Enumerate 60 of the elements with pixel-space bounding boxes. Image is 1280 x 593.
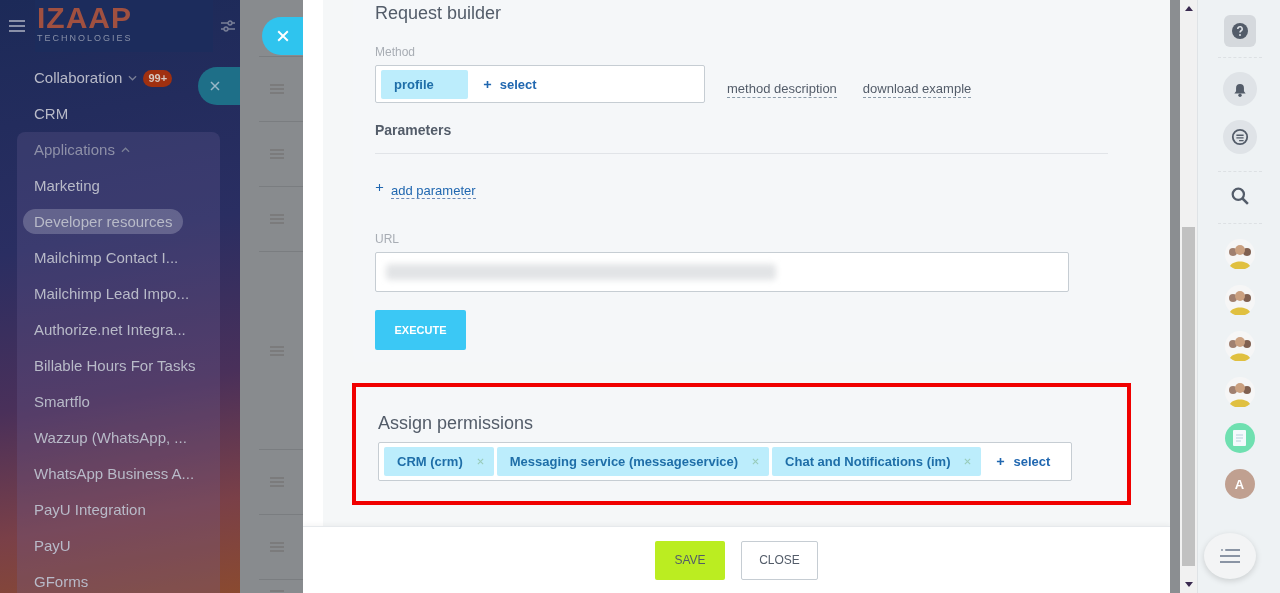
sidebar-item[interactable]: Authorize.net Integra... — [17, 312, 220, 348]
sidebar-item[interactable]: CRM — [0, 96, 73, 132]
search-icon[interactable] — [1230, 187, 1249, 205]
url-field[interactable] — [375, 252, 1069, 292]
permissions-field[interactable]: CRM (crm) Messaging service (messageservice) Chat and Notifications (im) select — [378, 442, 1072, 481]
logo: IZAAP TECHNOLOGIES — [35, 0, 213, 52]
list-icon — [1220, 549, 1240, 563]
group-avatar[interactable] — [1224, 239, 1255, 269]
sidebar-item[interactable]: Mailchimp Lead Impo... — [17, 276, 220, 312]
plus-icon — [375, 183, 384, 192]
group-avatar[interactable] — [1224, 285, 1255, 315]
permission-tag: Messaging service (messageservice) — [496, 447, 770, 476]
sidebar-group[interactable]: Collaboration 99+ — [0, 60, 177, 96]
save-button[interactable]: SAVE — [655, 540, 725, 580]
field-label: Method — [375, 45, 417, 59]
section-title: Assign permissions — [378, 413, 535, 433]
menu-button[interactable] — [1204, 533, 1256, 579]
sidebar-item[interactable]: PayU — [17, 528, 220, 564]
group-avatar[interactable] — [1224, 331, 1255, 361]
plus-icon — [996, 457, 1006, 466]
close-tab[interactable] — [198, 67, 240, 105]
help-icon[interactable] — [1223, 15, 1256, 47]
sidebar-item[interactable]: Smartflo — [17, 384, 220, 420]
scroll-down-icon[interactable] — [1184, 582, 1193, 587]
select-link[interactable]: select — [470, 76, 537, 92]
sidebar-item[interactable]: PayU Integration — [17, 492, 220, 528]
permission-tag: Chat and Notifications (im) — [772, 447, 982, 476]
section-title: Request builder — [375, 2, 503, 23]
notification-badge: 99+ — [143, 69, 173, 87]
sidebar-item[interactable]: Mailchimp Contact I... — [17, 240, 220, 276]
select-link[interactable]: select — [984, 454, 1051, 469]
add-parameter-link[interactable]: add parameter — [375, 183, 476, 199]
sidebar-item[interactable]: Marketing — [17, 168, 220, 204]
close-button[interactable]: CLOSE — [741, 540, 818, 580]
chevron-icon — [128, 75, 138, 81]
close-tab[interactable] — [262, 17, 303, 55]
close-icon — [276, 30, 289, 42]
permission-tag: CRM (crm) — [384, 447, 494, 476]
sidebar-item[interactable]: Developer resources — [23, 209, 184, 234]
chat-icon[interactable] — [1222, 120, 1257, 154]
plus-icon — [482, 79, 492, 89]
menu-icon[interactable] — [9, 20, 25, 32]
scroll-up-icon[interactable] — [1184, 6, 1193, 11]
scrollbar[interactable] — [1180, 0, 1197, 593]
notifications-icon[interactable] — [1222, 72, 1257, 106]
field-label: URL — [375, 232, 400, 246]
sidebar-item[interactable]: Billable Hours For Tasks — [17, 348, 220, 384]
parameters-heading: Parameters — [375, 122, 453, 138]
method-tag: profile — [381, 69, 468, 99]
method-field[interactable]: profile select — [375, 65, 705, 103]
sidebar-group[interactable]: Applications — [17, 132, 220, 168]
close-icon — [210, 81, 220, 91]
settings-icon[interactable] — [221, 20, 235, 32]
sidebar-item[interactable]: Wazzup (WhatsApp, ... — [17, 420, 220, 456]
dotted-link[interactable]: download example — [862, 80, 972, 98]
sidebar-item[interactable]: GForms — [17, 564, 220, 593]
chevron-icon — [120, 147, 130, 153]
sidebar-item[interactable]: WhatsApp Business A... — [17, 456, 220, 492]
group-avatar[interactable] — [1224, 377, 1255, 407]
dotted-link[interactable]: method description — [727, 80, 837, 98]
